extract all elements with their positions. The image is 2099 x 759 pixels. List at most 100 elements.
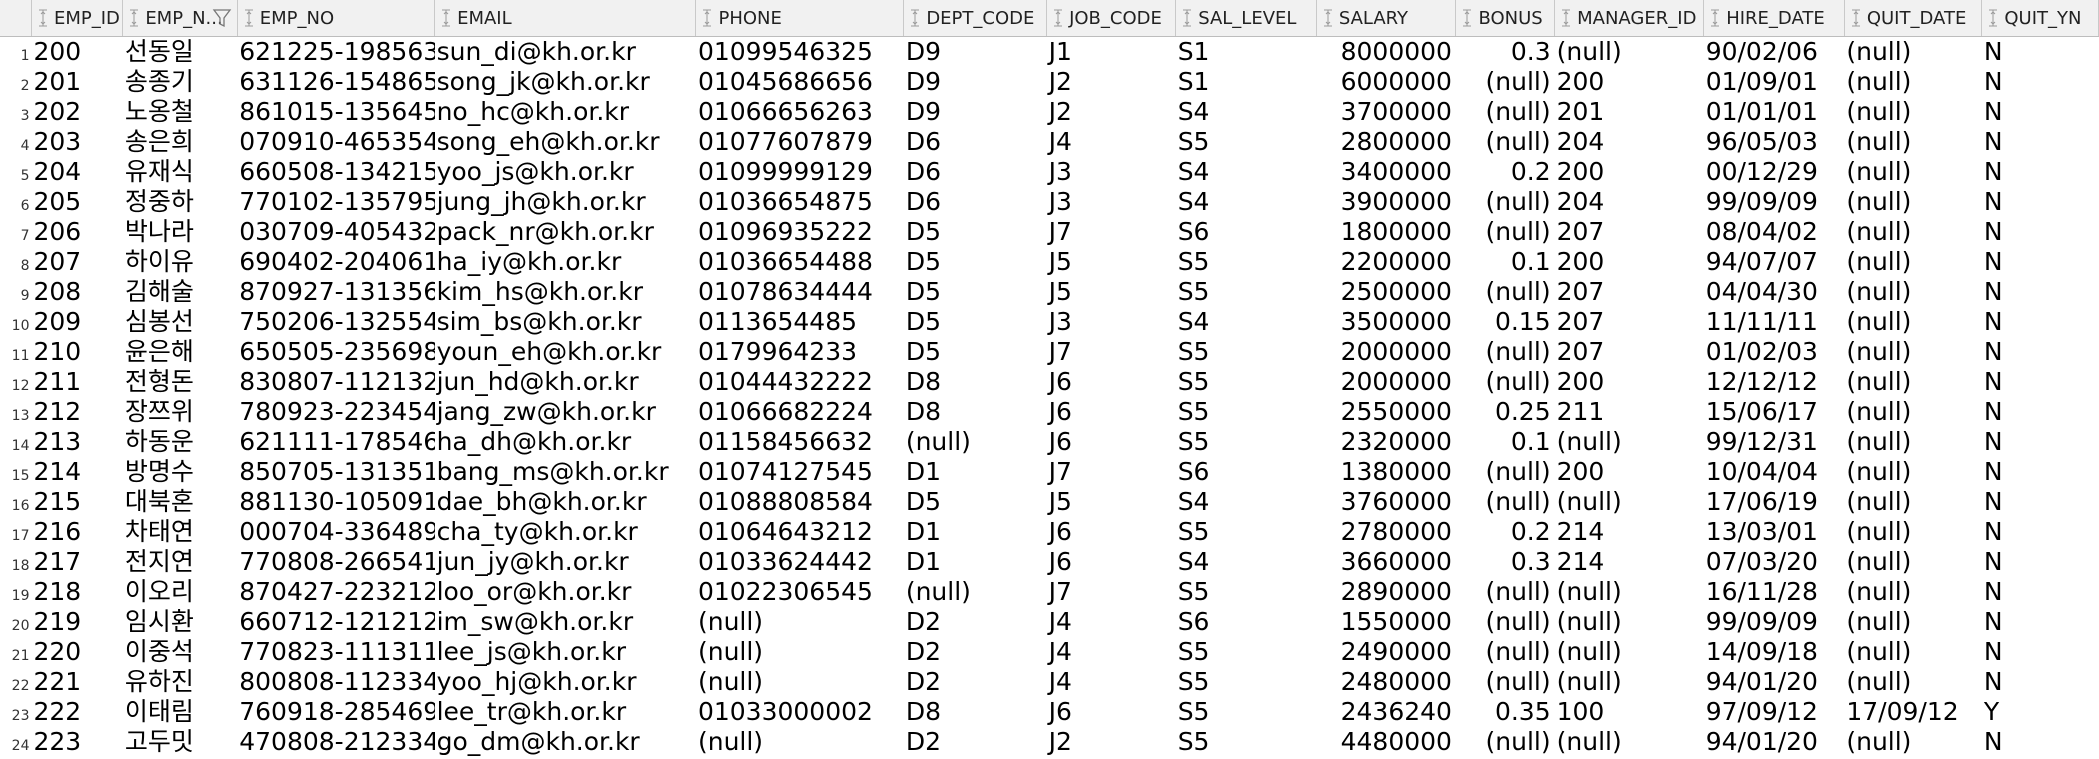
cell-salary[interactable]: 1550000 bbox=[1316, 607, 1456, 637]
cell-emp-no[interactable]: 850705-1313513 bbox=[237, 457, 434, 487]
cell-emp-id[interactable]: 218 bbox=[31, 577, 122, 607]
row-number[interactable]: 14 bbox=[0, 427, 32, 457]
cell-phone[interactable]: 01074127545 bbox=[696, 457, 904, 487]
result-grid[interactable]: EMP_ID EMP_N... EMP_NO EMAIL PHONE DEPT_CODE J… bbox=[0, 0, 2099, 759]
cell-manager-id[interactable]: 200 bbox=[1555, 367, 1704, 397]
cell-job-code[interactable]: J6 bbox=[1047, 697, 1176, 727]
column-header-bonus[interactable]: BONUS bbox=[1455, 0, 1556, 37]
filter-icon[interactable] bbox=[211, 6, 233, 30]
cell-emp-name[interactable]: 대북혼 bbox=[123, 487, 237, 517]
cell-manager-id[interactable]: (null) bbox=[1555, 727, 1704, 757]
cell-quit-date[interactable]: (null) bbox=[1844, 337, 1982, 367]
cell-bonus[interactable]: 0.1 bbox=[1456, 427, 1555, 457]
column-header-job-code[interactable]: JOB_CODE bbox=[1046, 0, 1177, 37]
column-header-salary[interactable]: SALARY bbox=[1316, 0, 1457, 37]
cell-manager-id[interactable]: 100 bbox=[1555, 697, 1704, 727]
cell-quit-date[interactable]: (null) bbox=[1844, 427, 1982, 457]
cell-emp-name[interactable]: 고두밋 bbox=[123, 727, 237, 757]
row-number[interactable]: 17 bbox=[0, 517, 32, 547]
cell-sal-level[interactable]: S5 bbox=[1176, 127, 1317, 157]
cell-quit-yn[interactable]: N bbox=[1982, 67, 2099, 97]
cell-quit-date[interactable]: (null) bbox=[1844, 637, 1982, 667]
table-row[interactable]: 8 207 하이유 690402-2040612 ha_iy@kh.or.kr 01036… bbox=[0, 247, 2099, 277]
table-row[interactable]: 15 214 방명수 850705-1313513 bang_ms@kh.or.kr 01… bbox=[0, 457, 2099, 487]
cell-email[interactable]: bang_ms@kh.or.kr bbox=[435, 457, 696, 487]
cell-salary[interactable]: 2800000 bbox=[1316, 127, 1456, 157]
column-header-quit-yn[interactable]: QUIT_YN bbox=[1981, 0, 2099, 37]
cell-sal-level[interactable]: S6 bbox=[1176, 607, 1317, 637]
cell-manager-id[interactable]: 207 bbox=[1555, 337, 1704, 367]
cell-emp-id[interactable]: 204 bbox=[31, 157, 122, 187]
cell-hire-date[interactable]: 90/02/06 bbox=[1704, 37, 1845, 68]
cell-bonus[interactable]: (null) bbox=[1456, 577, 1555, 607]
cell-phone[interactable]: 01033000002 bbox=[696, 697, 904, 727]
cell-emp-id[interactable]: 220 bbox=[31, 637, 122, 667]
cell-salary[interactable]: 3760000 bbox=[1316, 487, 1456, 517]
cell-dept-code[interactable]: D5 bbox=[904, 277, 1047, 307]
cell-emp-no[interactable]: 621225-1985634 bbox=[237, 37, 434, 68]
cell-emp-no[interactable]: 780923-2234542 bbox=[237, 397, 434, 427]
cell-emp-name[interactable]: 송종기 bbox=[123, 67, 237, 97]
cell-sal-level[interactable]: S4 bbox=[1176, 97, 1317, 127]
cell-bonus[interactable]: (null) bbox=[1456, 727, 1555, 757]
cell-emp-name[interactable]: 방명수 bbox=[123, 457, 237, 487]
cell-emp-name[interactable]: 노옹철 bbox=[123, 97, 237, 127]
cell-manager-id[interactable]: 211 bbox=[1555, 397, 1704, 427]
cell-salary[interactable]: 2320000 bbox=[1316, 427, 1456, 457]
row-number[interactable]: 12 bbox=[0, 367, 32, 397]
cell-email[interactable]: sun_di@kh.or.kr bbox=[435, 37, 696, 68]
table-row[interactable]: 13 212 장쯔위 780923-2234542 jang_zw@kh.or.kr 01… bbox=[0, 397, 2099, 427]
cell-emp-name[interactable]: 전형돈 bbox=[123, 367, 237, 397]
cell-job-code[interactable]: J2 bbox=[1047, 67, 1176, 97]
table-row[interactable]: 9 208 김해술 870927-1313564 kim_hs@kh.or.kr 0107… bbox=[0, 277, 2099, 307]
cell-sal-level[interactable]: S5 bbox=[1176, 397, 1317, 427]
cell-phone[interactable]: 01064643212 bbox=[696, 517, 904, 547]
cell-quit-date[interactable]: (null) bbox=[1844, 37, 1982, 68]
cell-job-code[interactable]: J3 bbox=[1047, 157, 1176, 187]
cell-bonus[interactable]: (null) bbox=[1456, 367, 1555, 397]
cell-emp-name[interactable]: 전지연 bbox=[123, 547, 237, 577]
cell-quit-yn[interactable]: N bbox=[1982, 457, 2099, 487]
table-row[interactable]: 24 223 고두밋 470808-2123341 go_dm@kh.or.kr (nul… bbox=[0, 727, 2099, 757]
cell-bonus[interactable]: (null) bbox=[1456, 457, 1555, 487]
cell-emp-no[interactable]: 660508-1342154 bbox=[237, 157, 434, 187]
cell-emp-id[interactable]: 210 bbox=[31, 337, 122, 367]
column-header-emp-id[interactable]: EMP_ID bbox=[31, 0, 124, 37]
cell-phone[interactable]: 01077607879 bbox=[696, 127, 904, 157]
cell-dept-code[interactable]: D1 bbox=[904, 457, 1047, 487]
cell-emp-no[interactable]: 000704-3364897 bbox=[237, 517, 434, 547]
cell-emp-no[interactable]: 770808-2665412 bbox=[237, 547, 434, 577]
cell-emp-id[interactable]: 205 bbox=[31, 187, 122, 217]
cell-quit-yn[interactable]: N bbox=[1982, 577, 2099, 607]
cell-salary[interactable]: 8000000 bbox=[1316, 37, 1456, 68]
cell-hire-date[interactable]: 14/09/18 bbox=[1704, 637, 1845, 667]
cell-emp-id[interactable]: 206 bbox=[31, 217, 122, 247]
table-row[interactable]: 23 222 이태림 760918-2854697 lee_tr@kh.or.kr 010… bbox=[0, 697, 2099, 727]
cell-quit-yn[interactable]: N bbox=[1982, 217, 2099, 247]
cell-emp-id[interactable]: 221 bbox=[31, 667, 122, 697]
cell-job-code[interactable]: J4 bbox=[1047, 637, 1176, 667]
cell-manager-id[interactable]: (null) bbox=[1555, 577, 1704, 607]
cell-sal-level[interactable]: S5 bbox=[1176, 697, 1317, 727]
cell-quit-yn[interactable]: N bbox=[1982, 667, 2099, 697]
cell-email[interactable]: ha_iy@kh.or.kr bbox=[435, 247, 696, 277]
cell-sal-level[interactable]: S5 bbox=[1176, 427, 1317, 457]
cell-sal-level[interactable]: S5 bbox=[1176, 577, 1317, 607]
cell-quit-yn[interactable]: N bbox=[1982, 427, 2099, 457]
cell-dept-code[interactable]: D2 bbox=[904, 727, 1047, 757]
cell-sal-level[interactable]: S5 bbox=[1176, 277, 1317, 307]
cell-dept-code[interactable]: D5 bbox=[904, 307, 1047, 337]
cell-job-code[interactable]: J6 bbox=[1047, 397, 1176, 427]
cell-salary[interactable]: 1800000 bbox=[1316, 217, 1456, 247]
row-number[interactable]: 16 bbox=[0, 487, 32, 517]
cell-manager-id[interactable]: 204 bbox=[1555, 187, 1704, 217]
row-number[interactable]: 1 bbox=[0, 36, 32, 67]
cell-quit-date[interactable]: (null) bbox=[1844, 277, 1982, 307]
cell-phone[interactable]: 01022306545 bbox=[696, 577, 904, 607]
cell-emp-id[interactable]: 203 bbox=[31, 127, 122, 157]
cell-dept-code[interactable]: D2 bbox=[904, 667, 1047, 697]
cell-emp-name[interactable]: 임시환 bbox=[123, 607, 237, 637]
cell-sal-level[interactable]: S4 bbox=[1176, 307, 1317, 337]
cell-quit-yn[interactable]: N bbox=[1982, 367, 2099, 397]
cell-phone[interactable]: 01033624442 bbox=[696, 547, 904, 577]
